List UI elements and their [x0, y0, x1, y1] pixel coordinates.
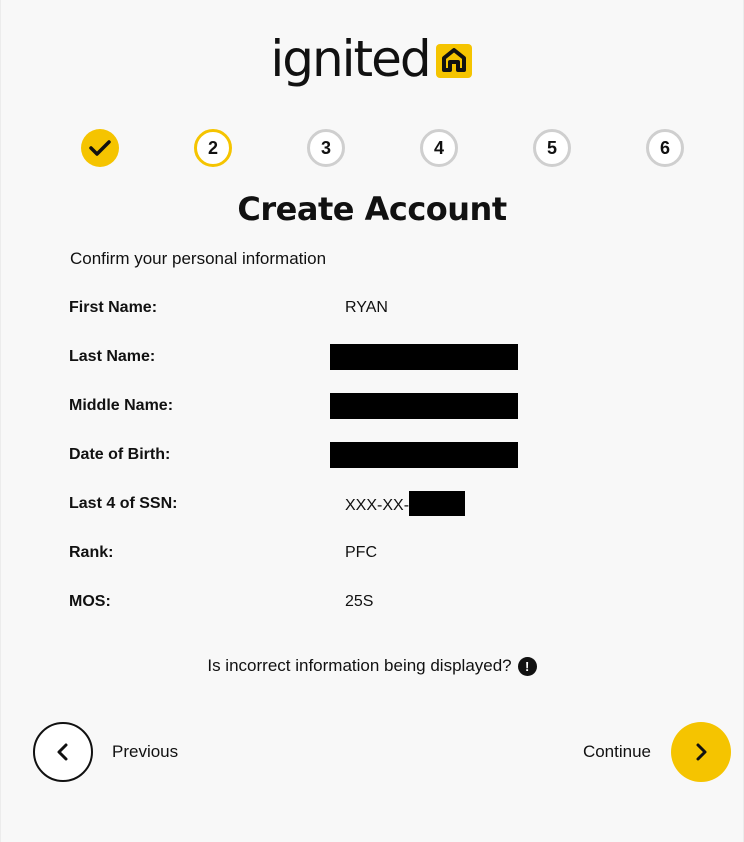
middle-name-label: Middle Name: [69, 397, 174, 414]
continue-label[interactable]: Continue [583, 742, 651, 762]
dob-redacted [330, 442, 518, 468]
logo: ignited [1, 34, 743, 100]
chevron-left-icon [57, 743, 68, 761]
step-5: 5 [533, 129, 571, 167]
continue-button[interactable] [671, 722, 731, 782]
logo-text: ignited [270, 30, 431, 88]
info-row-mos: MOS: 25S [69, 587, 669, 636]
info-row-last-name: Last Name: [69, 342, 669, 391]
rank-label: Rank: [69, 544, 114, 561]
page-subtitle: Confirm your personal information [70, 249, 327, 268]
first-name-label: First Name: [69, 299, 158, 316]
step-4: 4 [420, 129, 458, 167]
personal-info-list: First Name: RYAN Last Name: Middle Name:… [69, 293, 669, 636]
info-row-middle-name: Middle Name: [69, 391, 669, 440]
ssn-prefix: XXX-XX- [345, 496, 410, 514]
first-name-value: RYAN [345, 299, 388, 316]
previous-button[interactable] [33, 722, 93, 782]
info-row-dob: Date of Birth: [69, 440, 669, 489]
check-icon [89, 140, 111, 156]
middle-name-redacted [330, 393, 518, 419]
incorrect-info-prompt: Is incorrect information being displayed… [1, 656, 743, 676]
create-account-page: ignited 2 3 4 5 6 Create Account Confirm… [0, 0, 744, 842]
last-name-label: Last Name: [69, 348, 156, 365]
info-row-rank: Rank: PFC [69, 538, 669, 587]
exclamation-icon[interactable]: ! [517, 656, 537, 676]
last-name-redacted [330, 344, 518, 370]
step-1-complete [81, 129, 119, 167]
ignited-logo-mark-icon [435, 44, 472, 78]
previous-label[interactable]: Previous [112, 742, 178, 762]
info-row-ssn: Last 4 of SSN: XXX-XX- [69, 489, 669, 538]
step-3: 3 [307, 129, 345, 167]
info-row-first-name: First Name: RYAN [69, 293, 669, 342]
mos-label: MOS: [69, 593, 111, 610]
chevron-right-icon [696, 743, 707, 761]
progress-stepper: 2 3 4 5 6 [81, 129, 685, 167]
rank-value: PFC [345, 544, 377, 561]
incorrect-info-text: Is incorrect information being displayed… [207, 656, 512, 675]
ssn-redacted [409, 491, 466, 516]
ssn-value: XXX-XX- [345, 491, 466, 516]
page-title: Create Account [237, 190, 507, 228]
ssn-label: Last 4 of SSN: [69, 495, 178, 512]
step-6: 6 [646, 129, 684, 167]
mos-value: 25S [345, 593, 374, 610]
dob-label: Date of Birth: [69, 446, 171, 463]
step-2-current: 2 [194, 129, 232, 167]
